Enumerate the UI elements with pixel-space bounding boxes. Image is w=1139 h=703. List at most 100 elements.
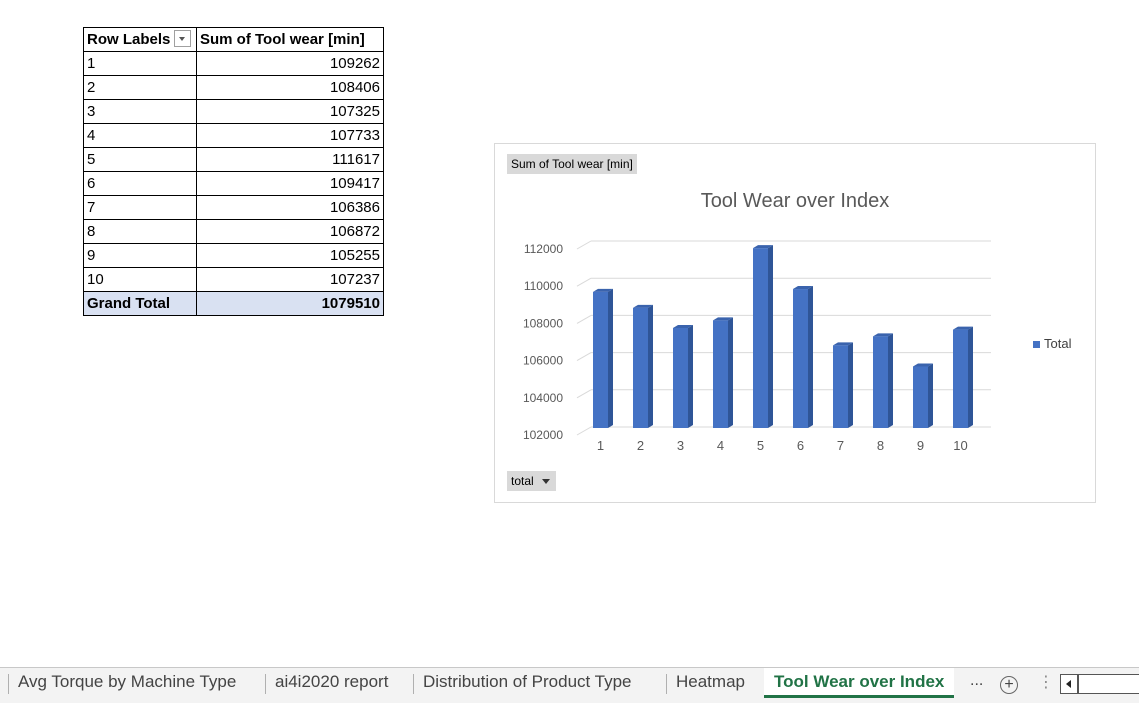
- row-labels-header[interactable]: Row Labels: [83, 27, 197, 52]
- bar-side: [728, 317, 733, 428]
- y-tick-label: 104000: [523, 391, 563, 405]
- bar: [913, 366, 928, 428]
- axis-field-label: total: [511, 474, 534, 488]
- grand-total-value[interactable]: 1079510: [196, 291, 384, 316]
- bar-side: [648, 304, 653, 428]
- pivot-header-row: Row Labels Sum of Tool wear [min]: [83, 27, 384, 52]
- pivot-row[interactable]: 10 107237: [83, 267, 384, 292]
- bar: [793, 289, 808, 428]
- row-label[interactable]: 5: [83, 147, 197, 172]
- gridline-depth: [576, 426, 592, 436]
- grand-total-label[interactable]: Grand Total: [83, 291, 197, 316]
- tab-distribution-product-type[interactable]: Distribution of Product Type: [413, 668, 642, 698]
- x-tick-label: 7: [837, 438, 844, 453]
- y-tick-label: 106000: [523, 354, 563, 368]
- gridline-depth: [576, 314, 592, 324]
- y-tick-label: 102000: [523, 428, 563, 442]
- row-value[interactable]: 107325: [196, 99, 384, 124]
- pivot-row[interactable]: 5 111617: [83, 147, 384, 172]
- pivot-row[interactable]: 3 107325: [83, 99, 384, 124]
- bar: [873, 336, 888, 428]
- y-tick-label: 108000: [523, 316, 563, 330]
- legend-label: Total: [1044, 336, 1072, 351]
- pivot-row[interactable]: 1 109262: [83, 51, 384, 76]
- sum-header[interactable]: Sum of Tool wear [min]: [196, 27, 384, 52]
- x-tick-label: 1: [597, 438, 604, 453]
- bar-side: [888, 333, 893, 428]
- row-label[interactable]: 3: [83, 99, 197, 124]
- tab-avg-torque[interactable]: Avg Torque by Machine Type: [8, 668, 246, 698]
- bar: [593, 291, 608, 428]
- x-tick-label: 9: [917, 438, 924, 453]
- more-sheets-button[interactable]: ...: [970, 672, 983, 690]
- x-tick-label: 10: [953, 438, 967, 453]
- bar: [753, 248, 768, 428]
- gridline-depth: [576, 240, 592, 250]
- x-tick-label: 8: [877, 438, 884, 453]
- pivot-table: Row Labels Sum of Tool wear [min] 1 10926…: [83, 27, 384, 316]
- tab-splitter-handle-icon[interactable]: ⋮: [1038, 672, 1054, 692]
- bar-side: [968, 326, 973, 428]
- horizontal-scrollbar[interactable]: [1078, 674, 1139, 694]
- pivot-chart[interactable]: Sum of Tool wear [min] Tool Wear over In…: [494, 143, 1096, 503]
- pivot-row[interactable]: 2 108406: [83, 75, 384, 100]
- row-label[interactable]: 1: [83, 51, 197, 76]
- pivot-row[interactable]: 7 106386: [83, 195, 384, 220]
- axis-field-button[interactable]: total: [507, 471, 556, 491]
- row-value[interactable]: 109417: [196, 171, 384, 196]
- legend-swatch: [1033, 341, 1040, 348]
- pivot-row[interactable]: 6 109417: [83, 171, 384, 196]
- row-value[interactable]: 107237: [196, 267, 384, 292]
- row-labels-header-text: Row Labels: [87, 30, 171, 48]
- row-value[interactable]: 106872: [196, 219, 384, 244]
- row-value[interactable]: 106386: [196, 195, 384, 220]
- x-tick-label: 5: [757, 438, 764, 453]
- tab-ai4i2020-report[interactable]: ai4i2020 report: [265, 668, 398, 698]
- pivot-row[interactable]: 9 105255: [83, 243, 384, 268]
- tab-tool-wear-over-index[interactable]: Tool Wear over Index: [764, 668, 955, 698]
- add-sheet-icon[interactable]: +: [1000, 676, 1018, 694]
- bar-side: [808, 286, 813, 428]
- sheet-tab-bar: Avg Torque by Machine Type ai4i2020 repo…: [0, 667, 1139, 703]
- bar: [633, 307, 648, 428]
- pivot-row[interactable]: 4 107733: [83, 123, 384, 148]
- row-label[interactable]: 8: [83, 219, 197, 244]
- row-label[interactable]: 2: [83, 75, 197, 100]
- row-label[interactable]: 10: [83, 267, 197, 292]
- row-value[interactable]: 109262: [196, 51, 384, 76]
- gridline-depth: [576, 352, 592, 362]
- chart-legend[interactable]: Total: [1033, 336, 1071, 351]
- bar: [673, 327, 688, 428]
- gridline-depth: [576, 389, 592, 399]
- row-value[interactable]: 107733: [196, 123, 384, 148]
- row-value[interactable]: 108406: [196, 75, 384, 100]
- x-tick-label: 2: [637, 438, 644, 453]
- bar: [833, 345, 848, 428]
- bar-side: [768, 245, 773, 428]
- tab-heatmap[interactable]: Heatmap: [666, 668, 755, 698]
- dropdown-arrow-icon: [541, 479, 550, 485]
- bar: [713, 320, 728, 428]
- grand-total-row[interactable]: Grand Total 1079510: [83, 291, 384, 316]
- x-tick-label: 6: [797, 438, 804, 453]
- bar-side: [688, 324, 693, 428]
- scroll-left-icon[interactable]: [1060, 674, 1078, 694]
- x-tick-label: 4: [717, 438, 724, 453]
- row-value[interactable]: 111617: [196, 147, 384, 172]
- bar-side: [608, 288, 613, 428]
- row-label[interactable]: 6: [83, 171, 197, 196]
- chart-plot-area: 102000 104000 106000 108000 110000 112000 1 2 3 4…: [523, 240, 991, 453]
- pivot-row[interactable]: 8 106872: [83, 219, 384, 244]
- gridline-depth: [576, 277, 592, 287]
- bar: [953, 329, 968, 428]
- filter-dropdown-icon[interactable]: [174, 30, 192, 48]
- bar-side: [928, 363, 933, 428]
- row-label[interactable]: 4: [83, 123, 197, 148]
- x-tick-label: 3: [677, 438, 684, 453]
- row-label[interactable]: 9: [83, 243, 197, 268]
- row-label[interactable]: 7: [83, 195, 197, 220]
- y-tick-label: 112000: [524, 242, 563, 256]
- bar-side: [848, 342, 853, 428]
- y-tick-label: 110000: [524, 279, 563, 293]
- row-value[interactable]: 105255: [196, 243, 384, 268]
